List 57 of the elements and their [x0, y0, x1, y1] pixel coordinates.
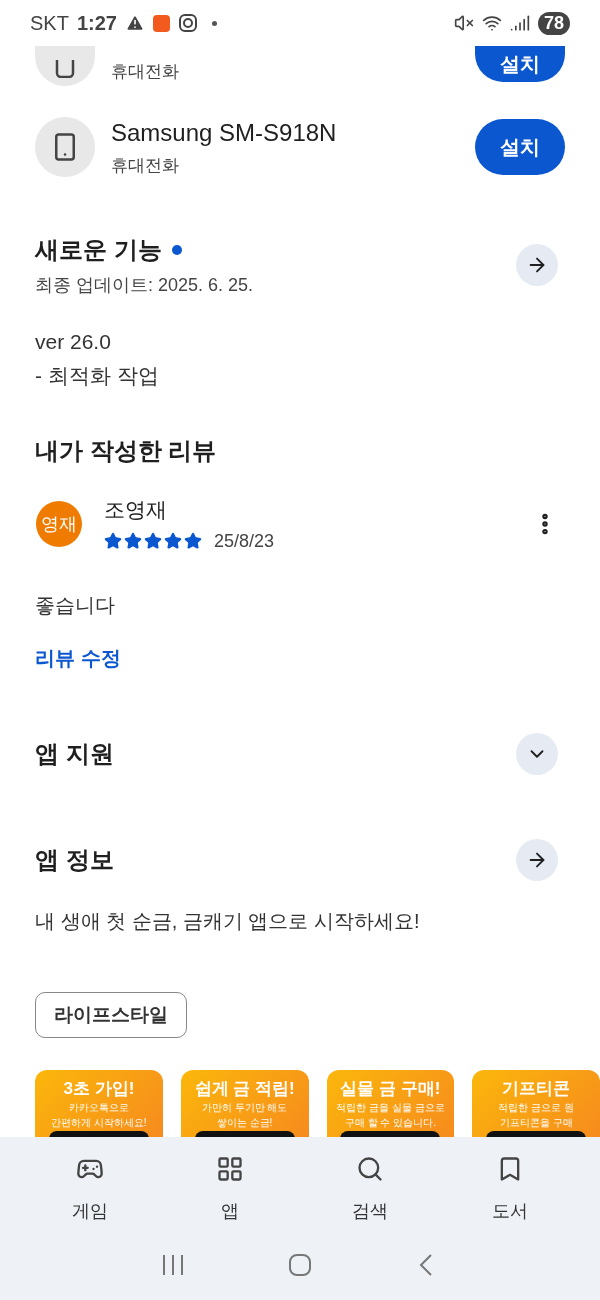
- edit-review-link[interactable]: 리뷰 수정: [35, 643, 121, 673]
- nav-tab[interactable]: 앱: [175, 1149, 285, 1227]
- screenshot-caption: 카카오톡으로: [68, 1101, 129, 1115]
- nav-tab[interactable]: 도서: [455, 1149, 565, 1227]
- release-note: ver 26.0: [35, 329, 112, 355]
- arrow-button[interactable]: [516, 244, 558, 286]
- category-chip[interactable]: 라이프스타일: [35, 992, 187, 1038]
- screenshot-caption: 적립한 금을 실물 금으로: [336, 1101, 445, 1115]
- more-notifications-icon: [211, 20, 217, 26]
- review-text: 좋습니다: [35, 593, 116, 618]
- search-icon: [356, 1155, 384, 1183]
- recent-apps-icon[interactable]: [161, 1253, 186, 1277]
- install-button[interactable]: 설치: [475, 46, 565, 82]
- warning-icon: [124, 13, 145, 33]
- screenshot-caption: 적립한 금으로 원: [498, 1101, 574, 1115]
- home-icon[interactable]: [288, 1253, 312, 1277]
- camera-icon: [177, 13, 198, 33]
- star-icon: [184, 532, 202, 550]
- screenshot-caption: 쌓이는 순금!: [216, 1116, 273, 1130]
- carrier: SKT: [30, 11, 69, 35]
- star-icon: [124, 532, 142, 550]
- update-date: 최종 업데이트: 2025. 6. 25.: [35, 274, 255, 297]
- screenshot-title: 쉽게 금 적립!: [194, 1078, 295, 1100]
- screenshot-title: 실물 금 구매!: [340, 1078, 441, 1100]
- battery-level: 78: [537, 11, 570, 35]
- screenshot-title: 3초 가입!: [63, 1078, 135, 1100]
- screenshot-caption: 구매 할 수 있습니다.: [344, 1116, 436, 1130]
- app-description: 내 생애 첫 순금, 금캐기 앱으로 시작하세요!: [35, 909, 421, 934]
- screenshot-caption: 간편하게 시작하세요!: [51, 1116, 147, 1130]
- wifi-icon: [481, 13, 502, 33]
- clock: 1:27: [76, 11, 117, 35]
- signal-icon: [509, 13, 530, 33]
- screenshot-caption: 기프티콘을 구매: [499, 1116, 573, 1130]
- nav-tab[interactable]: 검색: [315, 1149, 425, 1227]
- reviewer-name: 조영재: [104, 497, 168, 523]
- review-date: 25/8/23: [214, 530, 275, 552]
- section-title: 앱 지원: [35, 739, 115, 769]
- nav-tab[interactable]: 게임: [35, 1149, 145, 1227]
- expand-button[interactable]: [516, 733, 558, 775]
- grid-icon: [216, 1155, 244, 1183]
- app-notification-icon: [152, 14, 170, 32]
- section-title: 앱 정보: [35, 845, 115, 875]
- section-title: 새로운 기능: [35, 235, 162, 265]
- device-type: 휴대전화: [111, 61, 180, 83]
- device-name: Samsung SM-S918N: [111, 117, 338, 148]
- star-icon: [144, 532, 162, 550]
- release-note: - 최적화 작업: [35, 363, 160, 389]
- screenshot-title: 기프티콘: [502, 1078, 571, 1100]
- mute-icon: [453, 13, 474, 33]
- star-icon: [164, 532, 182, 550]
- section-title: 내가 작성한 리뷰: [35, 436, 218, 466]
- arrow-button[interactable]: [516, 839, 558, 881]
- screenshot-caption: 가만히 두기만 해도: [201, 1101, 288, 1115]
- device-type: 휴대전화: [111, 154, 180, 177]
- star-icon: [104, 532, 122, 550]
- avatar: 영재: [36, 501, 82, 547]
- install-button[interactable]: 설치: [475, 119, 565, 175]
